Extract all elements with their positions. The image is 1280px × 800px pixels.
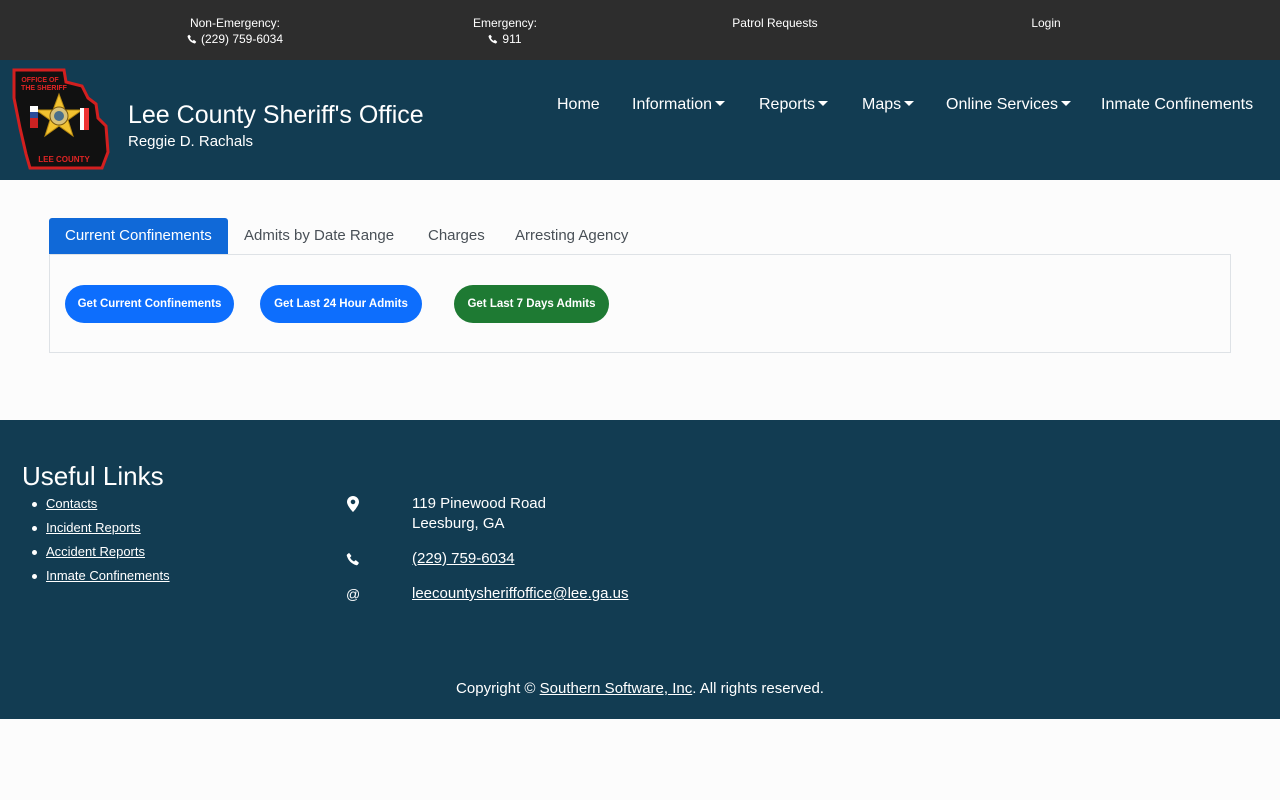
footer-email-link[interactable]: leecountysheriffoffice@lee.ga.us <box>412 584 628 604</box>
tab-arresting-agency[interactable]: Arresting Agency <box>499 218 644 254</box>
phone-icon <box>346 553 359 566</box>
list-item: Accident Reports <box>30 543 170 567</box>
site-footer: Useful Links Contacts Incident Reports A… <box>0 420 1280 719</box>
list-item: Inmate Confinements <box>30 567 170 591</box>
nav-inmate-confinements[interactable]: Inmate Confinements <box>1101 95 1253 115</box>
footer-link-incident-reports[interactable]: Incident Reports <box>46 520 141 535</box>
copyright-prefix: Copyright © <box>456 680 536 697</box>
login-link[interactable]: Login <box>1020 15 1072 31</box>
useful-links-list: Contacts Incident Reports Accident Repor… <box>30 495 170 591</box>
address-line-2: Leesburg, GA <box>412 515 505 532</box>
map-marker-icon <box>347 496 359 512</box>
tab-current-confinements[interactable]: Current Confinements <box>49 218 228 254</box>
non-emergency-phone-text: (229) 759-6034 <box>200 32 284 46</box>
useful-links-heading: Useful Links <box>22 461 164 491</box>
logo-top-text-2: THE SHERIFF <box>21 85 68 92</box>
footer-link-accident-reports[interactable]: Accident Reports <box>46 544 145 559</box>
emergency-contact: Emergency: 911 <box>470 15 540 47</box>
footer-link-contacts[interactable]: Contacts <box>46 496 97 511</box>
at-sign-icon: @ <box>346 586 361 602</box>
site-subtitle: Reggie D. Rachals <box>128 133 254 150</box>
emergency-phone-text: 911 <box>502 32 522 46</box>
copyright: Copyright © Southern Software, Inc. All … <box>0 679 1280 699</box>
main-content: Current Confinements Admits by Date Rang… <box>0 180 1280 420</box>
nav-inmate-confinements-label: Inmate Confinements <box>1101 96 1254 113</box>
emergency-phone[interactable]: 911 <box>470 31 540 47</box>
caret-down-icon <box>715 101 726 106</box>
list-item: Incident Reports <box>30 519 170 543</box>
main-nav: Home Information Reports Maps Online Ser… <box>0 95 1280 115</box>
nav-maps-label: Maps <box>862 96 902 113</box>
logo-bottom-text: LEE COUNTY <box>38 155 90 164</box>
sheriff-logo[interactable]: OFFICE OF THE SHERIFF LEE COUNTY <box>10 68 112 172</box>
caret-down-icon <box>1061 101 1072 106</box>
footer-phone-link[interactable]: (229) 759-6034 <box>412 549 515 569</box>
nav-online-services-label: Online Services <box>946 96 1059 113</box>
caret-down-icon <box>904 101 915 106</box>
nav-home-label: Home <box>557 96 600 113</box>
non-emergency-contact: Non-Emergency: (229) 759-6034 <box>183 15 287 47</box>
logo-top-text-1: OFFICE OF <box>21 77 59 84</box>
emergency-label: Emergency: <box>472 16 538 30</box>
nav-information[interactable]: Information <box>632 95 726 115</box>
copyright-suffix: . All rights reserved. <box>692 680 824 697</box>
southern-software-link[interactable]: Southern Software, Inc <box>540 680 693 697</box>
caret-down-icon <box>818 101 829 106</box>
nav-maps[interactable]: Maps <box>862 95 915 115</box>
nav-reports-label: Reports <box>759 96 816 113</box>
nav-online-services[interactable]: Online Services <box>946 95 1072 115</box>
address-line-1: 119 Pinewood Road <box>412 495 546 512</box>
nav-home[interactable]: Home <box>557 95 600 115</box>
tab-panel: Get Current Confinements Get Last 24 Hou… <box>49 254 1231 353</box>
nav-reports[interactable]: Reports <box>759 95 829 115</box>
site-header: OFFICE OF THE SHERIFF LEE COUNTY Lee Cou… <box>0 60 1280 180</box>
non-emergency-label: Non-Emergency: <box>189 16 281 30</box>
list-item: Contacts <box>30 495 170 519</box>
phone-icon <box>187 34 197 44</box>
nav-information-label: Information <box>632 96 713 113</box>
phone-icon <box>488 34 498 44</box>
tab-admits-by-date-range[interactable]: Admits by Date Range <box>228 218 410 254</box>
get-last-7-days-admits-button[interactable]: Get Last 7 Days Admits <box>454 285 609 323</box>
page-bottom-area <box>0 719 1280 800</box>
non-emergency-phone[interactable]: (229) 759-6034 <box>183 31 287 47</box>
top-bar: Non-Emergency: (229) 759-6034 Emergency:… <box>0 0 1280 60</box>
tab-charges[interactable]: Charges <box>412 218 501 254</box>
footer-link-inmate-confinements[interactable]: Inmate Confinements <box>46 568 170 583</box>
get-current-confinements-button[interactable]: Get Current Confinements <box>65 285 234 323</box>
patrol-requests-link[interactable]: Patrol Requests <box>725 15 825 31</box>
get-last-24-hour-admits-button[interactable]: Get Last 24 Hour Admits <box>260 285 422 323</box>
